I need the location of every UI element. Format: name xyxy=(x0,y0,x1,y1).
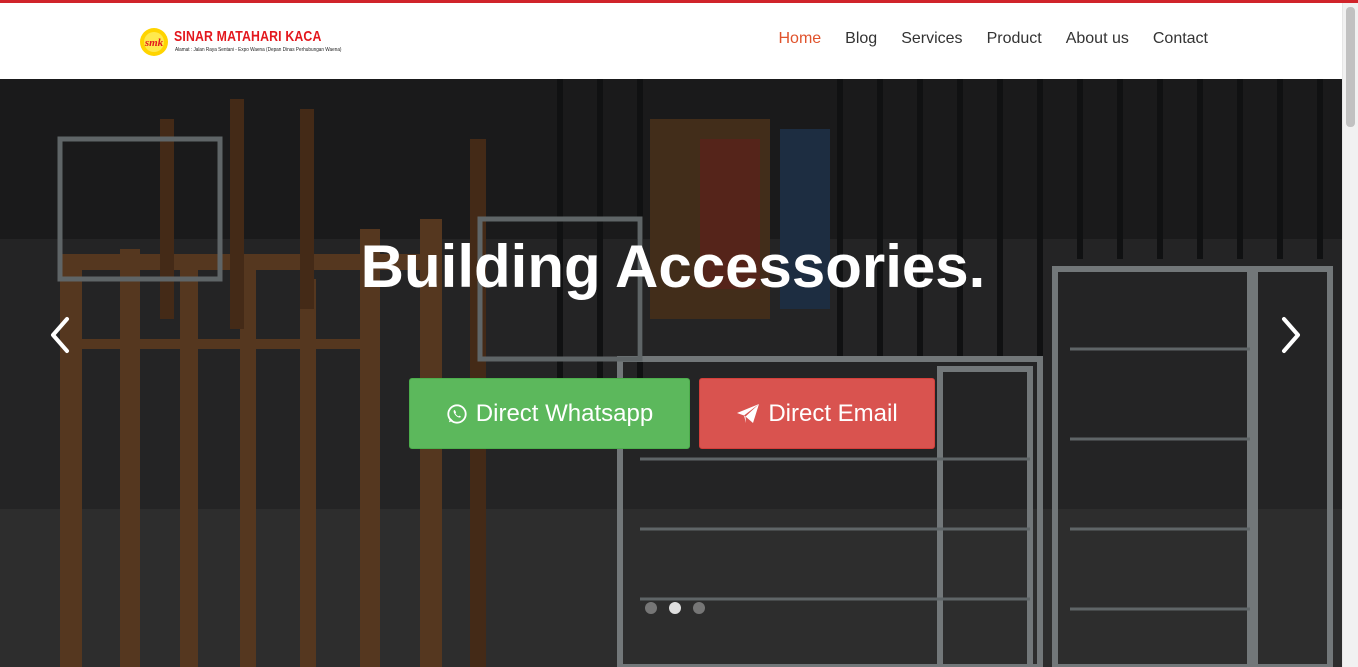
nav-blog[interactable]: Blog xyxy=(833,29,889,49)
direct-whatsapp-button[interactable]: Direct Whatsapp xyxy=(409,378,690,449)
main-nav: Home Blog Services Product About us Cont… xyxy=(766,29,1220,49)
page-scrollbar[interactable] xyxy=(1342,3,1358,667)
hero-title: Building Accessories. xyxy=(360,233,986,300)
chevron-right-icon xyxy=(1282,317,1300,353)
whatsapp-icon xyxy=(447,403,467,424)
site-logo[interactable]: smk SINAR MATAHARI KACA Alamat : Jalan R… xyxy=(139,27,341,59)
carousel-indicator-3[interactable] xyxy=(693,602,705,614)
carousel-next-button[interactable] xyxy=(1276,315,1306,355)
carousel-indicators xyxy=(645,602,705,614)
carousel-prev-button[interactable] xyxy=(45,315,75,355)
nav-product[interactable]: Product xyxy=(975,29,1054,49)
carousel-indicator-1[interactable] xyxy=(645,602,657,614)
direct-email-label: Direct Email xyxy=(768,399,898,427)
logo-address: Alamat : Jalan Raya Sentani - Expo Waena… xyxy=(175,47,342,53)
hero-carousel: Building Accessories. Direct Whatsapp Di… xyxy=(0,79,1342,667)
direct-whatsapp-label: Direct Whatsapp xyxy=(475,399,654,427)
direct-email-button[interactable]: Direct Email xyxy=(699,378,935,449)
carousel-indicator-2[interactable] xyxy=(669,602,681,614)
nav-about-us[interactable]: About us xyxy=(1054,29,1141,49)
hero-overlay xyxy=(0,79,1342,667)
logo-brand-name: SINAR MATAHARI KACA xyxy=(174,28,322,45)
sun-logo-icon: smk xyxy=(140,28,168,56)
nav-services[interactable]: Services xyxy=(889,29,974,49)
logo-monogram: smk xyxy=(144,37,164,49)
chevron-left-icon xyxy=(51,317,69,353)
scrollbar-thumb[interactable] xyxy=(1346,7,1355,127)
nav-home[interactable]: Home xyxy=(766,29,833,49)
nav-contact[interactable]: Contact xyxy=(1141,29,1220,49)
paper-plane-icon xyxy=(737,403,760,423)
navbar: smk SINAR MATAHARI KACA Alamat : Jalan R… xyxy=(0,3,1342,79)
